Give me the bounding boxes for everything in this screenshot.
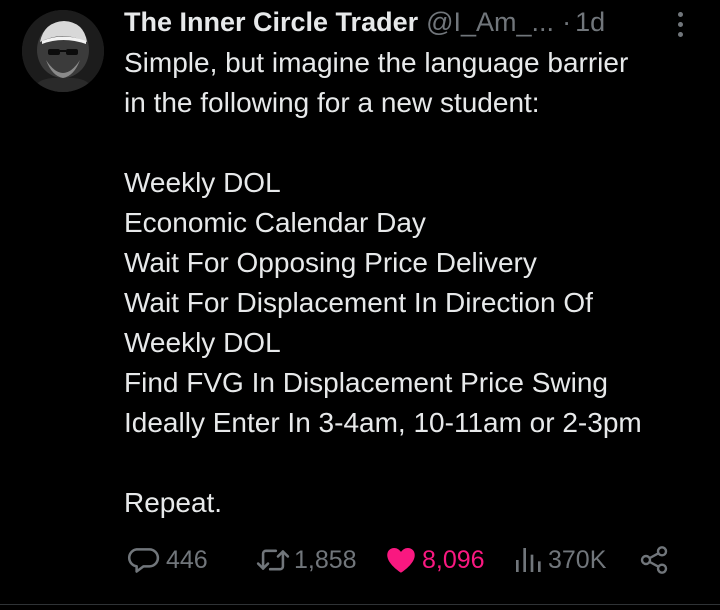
repost-button[interactable]: 1,858 [254, 538, 357, 582]
post-time[interactable]: 1d [575, 7, 605, 38]
share-button[interactable] [638, 538, 670, 582]
like-count: 8,096 [422, 545, 485, 574]
tweet-line: Simple, but imagine the language barrier [124, 47, 629, 78]
tweet-line: Weekly DOL [124, 327, 281, 358]
reply-bubble-icon [128, 548, 160, 573]
share-icon [640, 546, 668, 574]
tweet-line: Ideally Enter In 3-4am, 10-11am or 2-3pm [124, 407, 642, 438]
author-name[interactable]: The Inner Circle Trader [124, 7, 418, 38]
divider [0, 604, 720, 605]
heart-icon [387, 547, 415, 573]
tweet-line: in the following for a new student: [124, 87, 540, 118]
tweet-text: Simple, but imagine the language barrier… [124, 43, 714, 523]
like-button[interactable]: 8,096 [384, 538, 485, 582]
tweet[interactable]: The Inner Circle Trader @I_Am_... · 1d S… [0, 0, 720, 610]
tweet-line: Economic Calendar Day [124, 207, 426, 238]
views-bars-icon [516, 548, 541, 572]
tweet-line: Wait For Displacement In Direction Of [124, 287, 593, 318]
reply-count: 446 [166, 545, 208, 574]
views-count: 370K [548, 545, 607, 574]
avatar-image [22, 10, 104, 92]
repost-count: 1,858 [294, 545, 357, 574]
more-vertical-icon[interactable] [668, 8, 692, 40]
repost-icon [256, 549, 290, 571]
reply-button[interactable]: 446 [126, 538, 208, 582]
tweet-line: Find FVG In Displacement Price Swing [124, 367, 608, 398]
action-bar: 446 1,858 8,096 370K [0, 538, 720, 582]
tweet-header: The Inner Circle Trader @I_Am_... · 1d [124, 5, 605, 39]
tweet-line: Repeat. [124, 487, 223, 518]
tweet-line: Weekly DOL [124, 167, 281, 198]
separator-dot: · [562, 6, 572, 37]
tweet-line: Wait For Opposing Price Delivery [124, 247, 537, 278]
avatar[interactable] [22, 10, 104, 92]
author-handle[interactable]: @I_Am_... [426, 7, 554, 38]
views-button[interactable]: 370K [512, 538, 606, 582]
